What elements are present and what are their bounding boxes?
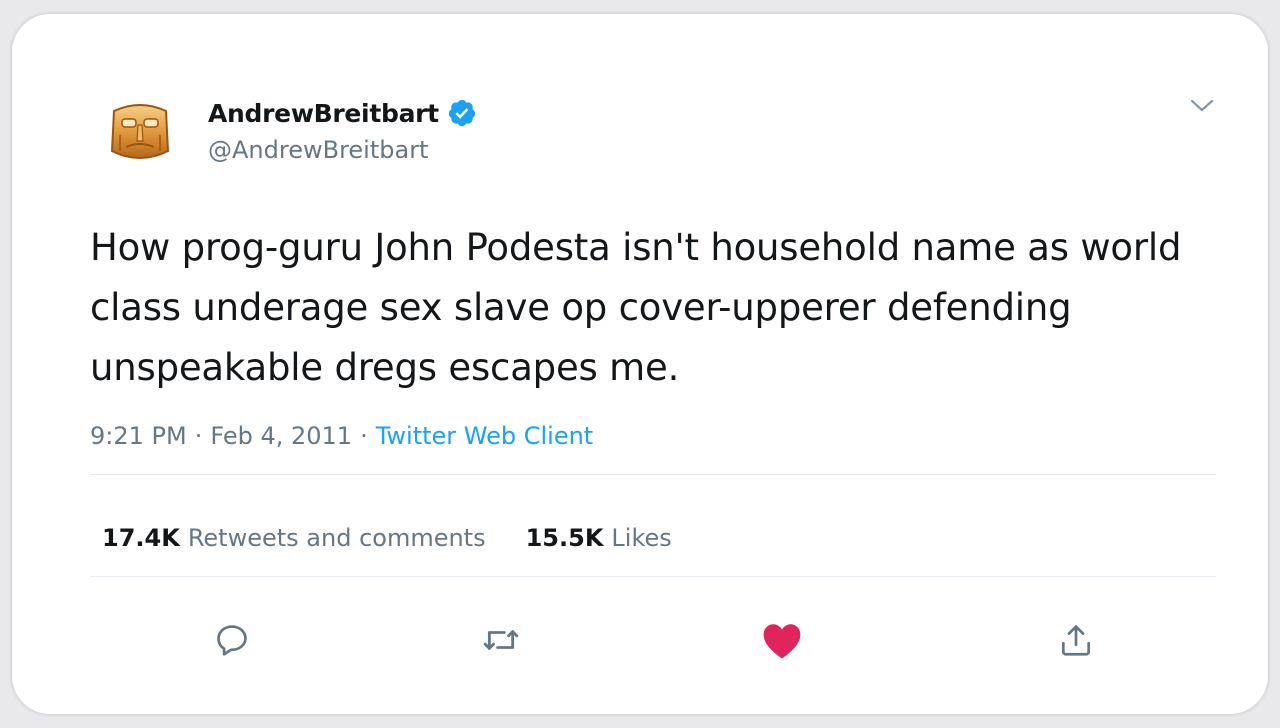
share-button[interactable] <box>1054 618 1098 662</box>
heart-icon <box>763 624 801 659</box>
retweet-button[interactable] <box>479 618 523 662</box>
chevron-down-icon <box>1190 99 1214 112</box>
author-name-row: AndrewBreitbart <box>208 98 477 128</box>
tweet-card: AndrewBreitbart @AndrewBreitbart How pro… <box>12 14 1268 714</box>
like-button[interactable] <box>760 618 804 662</box>
likes-count: 15.5K <box>525 524 604 552</box>
tweet-stats: 17.4K Retweets and comments 15.5K Likes <box>102 524 672 552</box>
divider <box>90 474 1216 475</box>
author-handle[interactable]: @AndrewBreitbart <box>208 136 428 164</box>
share-icon <box>1061 625 1091 656</box>
tweet-time[interactable]: 9:21 PM <box>90 422 187 450</box>
tweet-date[interactable]: Feb 4, 2011 <box>210 422 352 450</box>
more-options-button[interactable] <box>1184 92 1220 120</box>
tweet-meta: 9:21 PM · Feb 4, 2011 · Twitter Web Clie… <box>90 422 593 450</box>
verified-badge-icon <box>448 99 475 127</box>
tweet-source-link[interactable]: Twitter Web Client <box>376 422 594 450</box>
author-display-name[interactable]: AndrewBreitbart <box>208 99 439 128</box>
retweets-stat[interactable]: 17.4K Retweets and comments <box>102 524 486 552</box>
tweet-text: How prog-guru John Podesta isn't househo… <box>90 226 1182 389</box>
retweets-label: Retweets and comments <box>187 524 486 552</box>
meta-separator: · <box>194 422 203 450</box>
retweet-icon <box>483 630 519 650</box>
avatar[interactable] <box>94 86 186 178</box>
golden-mask-icon <box>110 104 170 159</box>
likes-label: Likes <box>611 524 672 552</box>
reply-button[interactable] <box>210 618 254 662</box>
divider <box>90 576 1216 577</box>
likes-stat[interactable]: 15.5K Likes <box>526 524 672 552</box>
tweet-actions <box>12 618 1268 662</box>
retweets-count: 17.4K <box>102 524 180 552</box>
reply-icon <box>217 625 247 656</box>
meta-separator: · <box>360 422 368 450</box>
